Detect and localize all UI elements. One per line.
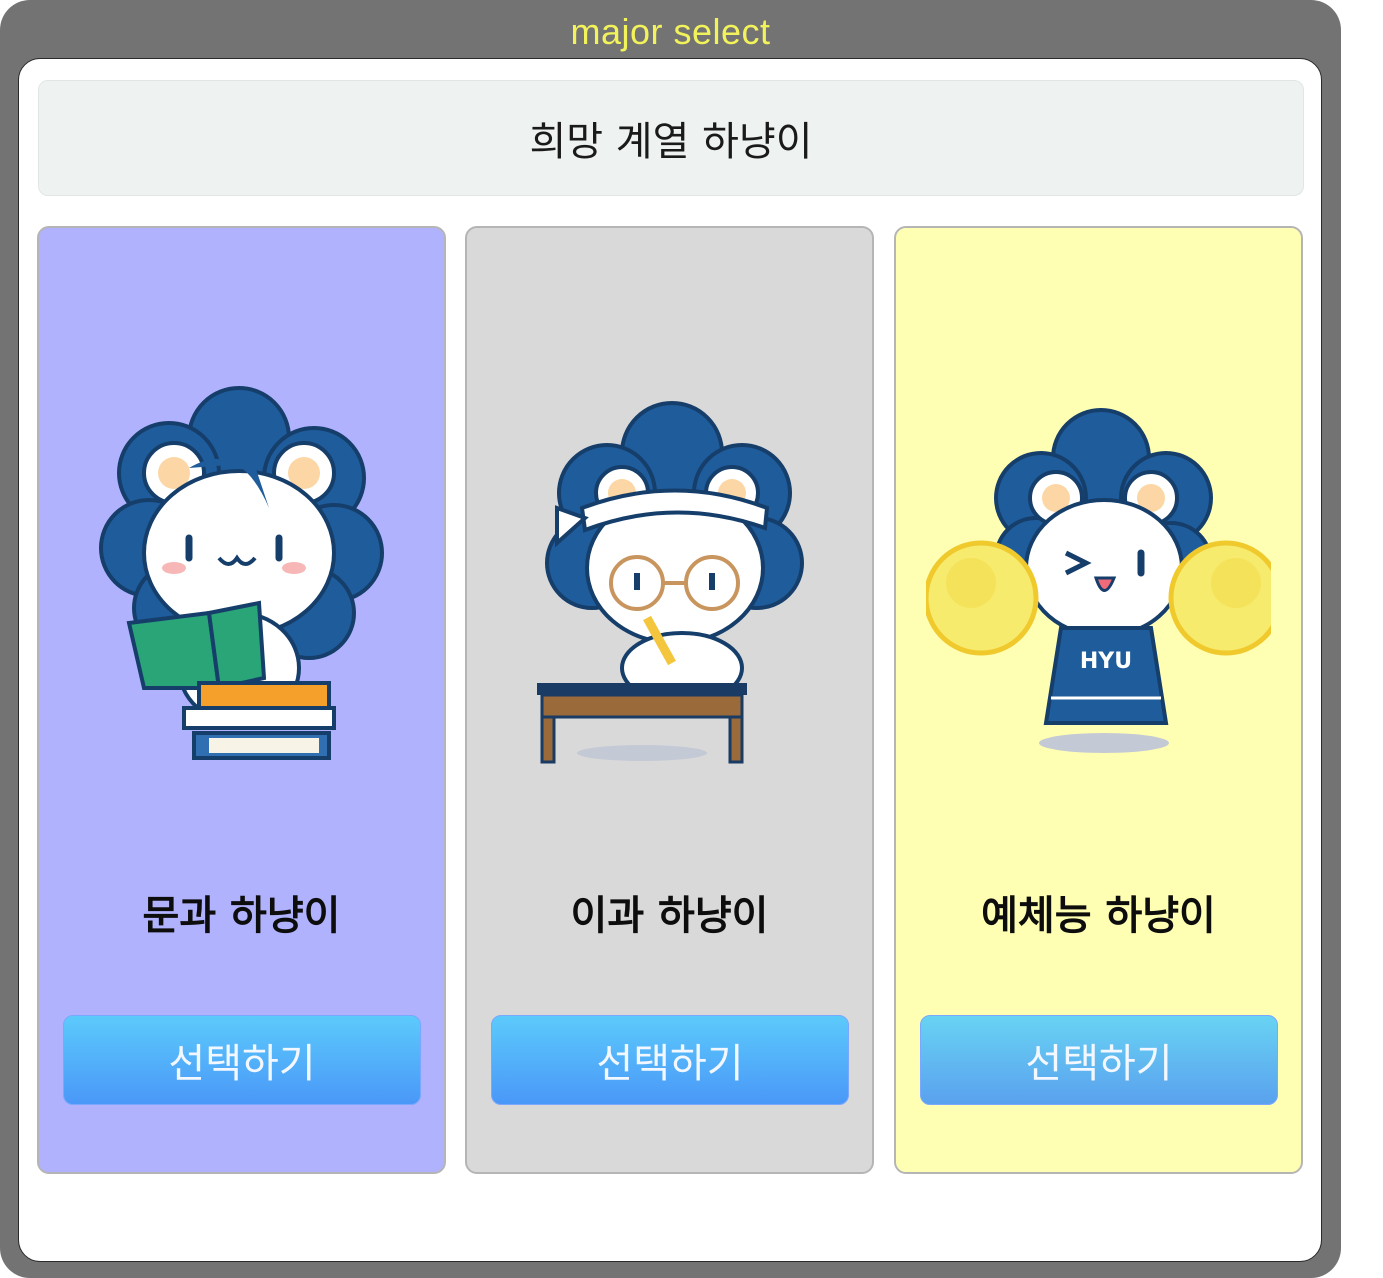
app-window: major select 희망 계열 하냥이 문과 하냥이 선택하기 이과 하냥… xyxy=(0,0,1341,1278)
card-label-liberal-arts: 문과 하냥이 xyxy=(142,893,341,939)
mascot-studying-at-desk-icon xyxy=(537,401,804,764)
select-button-arts-sports[interactable]: 선택하기 xyxy=(920,1015,1278,1105)
card-liberal-arts: 문과 하냥이 선택하기 xyxy=(37,226,446,1174)
mascot-cheerleader-pompoms-icon: HYU xyxy=(926,408,1271,753)
card-arts-sports: HYU 예체능 하냥이 선택하기 xyxy=(894,226,1303,1174)
select-button-liberal-arts[interactable]: 선택하기 xyxy=(63,1015,421,1105)
page-title: 희망 계열 하냥이 xyxy=(38,80,1304,196)
jersey-text: HYU xyxy=(1080,649,1132,674)
card-label-arts-sports: 예체능 하냥이 xyxy=(981,893,1216,939)
card-label-science: 이과 하냥이 xyxy=(570,893,769,939)
content-panel: 희망 계열 하냥이 문과 하냥이 선택하기 이과 하냥이 선택하기 HYU 예체… xyxy=(18,58,1322,1262)
mascot-reading-book-icon xyxy=(99,386,384,760)
card-science: 이과 하냥이 선택하기 xyxy=(465,226,874,1174)
window-title: major select xyxy=(570,11,771,52)
select-button-science[interactable]: 선택하기 xyxy=(491,1015,849,1105)
